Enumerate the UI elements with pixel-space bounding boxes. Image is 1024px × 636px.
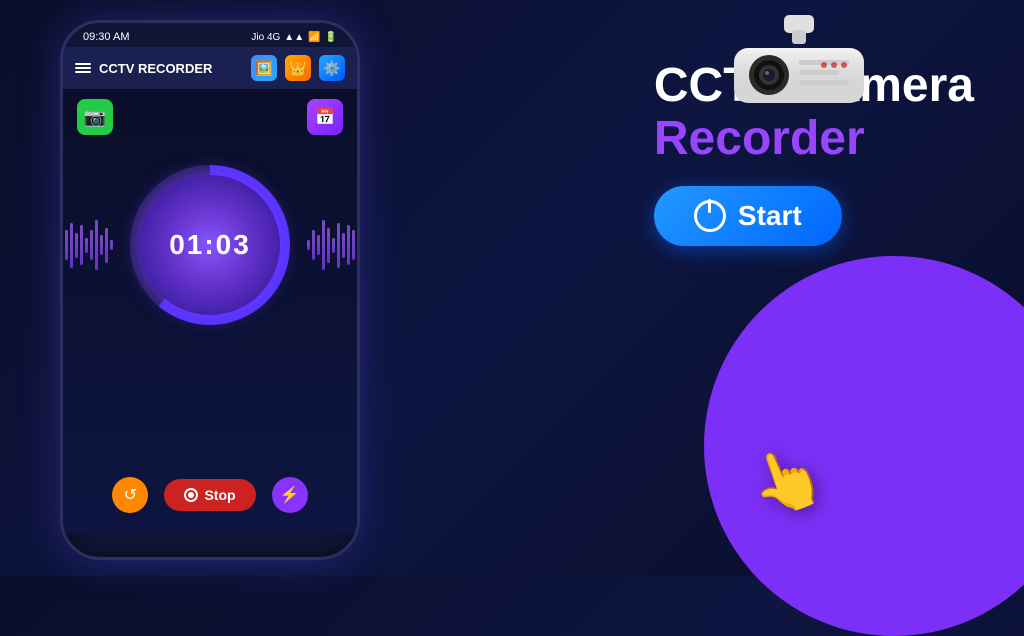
stop-label: Stop xyxy=(204,487,235,503)
status-right: Jio 4G ▲▲ 📶 🔋 xyxy=(251,32,337,43)
camera-3d-image xyxy=(714,10,884,135)
camera-svg xyxy=(714,10,884,130)
start-label: Start xyxy=(738,200,802,232)
stop-dot xyxy=(188,492,194,498)
header-icons: 🖼️ 👑 ⚙️ xyxy=(251,55,345,81)
timer-display: 01:03 xyxy=(169,229,251,261)
camera-button[interactable]: 📷 xyxy=(77,99,113,135)
stop-icon xyxy=(184,488,198,502)
status-bar: 09:30 AM Jio 4G ▲▲ 📶 🔋 xyxy=(63,23,357,47)
gallery-icon[interactable]: 🖼️ xyxy=(251,55,277,81)
lightning-button[interactable]: ⚡ xyxy=(272,477,308,513)
timer-outer-ring: 01:03 xyxy=(130,165,290,325)
carrier-text: Jio 4G xyxy=(251,32,280,43)
phone-content: 📷 📅 xyxy=(63,89,357,533)
wifi-icon: 📶 xyxy=(308,32,320,43)
start-button[interactable]: Start xyxy=(654,186,842,246)
timer-area: 01:03 xyxy=(130,165,290,325)
app-title-header: CCTV RECORDER xyxy=(99,61,212,76)
background-blob xyxy=(704,256,1024,636)
bottom-controls: ↺ Stop ⚡ xyxy=(63,477,357,513)
status-time: 09:30 AM xyxy=(83,31,129,43)
signal-icon: ▲▲ xyxy=(284,32,304,43)
hamburger-icon[interactable] xyxy=(75,63,91,73)
sound-wave-left xyxy=(60,215,113,275)
sound-wave-right xyxy=(307,215,360,275)
settings-icon[interactable]: ⚙️ xyxy=(319,55,345,81)
phone-screen: 09:30 AM Jio 4G ▲▲ 📶 🔋 CCTV RECORDER 🖼️ … xyxy=(60,20,360,560)
top-buttons-row: 📷 📅 xyxy=(63,89,357,145)
crown-icon[interactable]: 👑 xyxy=(285,55,311,81)
battery-icon: 🔋 xyxy=(325,32,337,43)
app-header: CCTV RECORDER 🖼️ 👑 ⚙️ xyxy=(63,47,357,89)
timer-inner: 01:03 xyxy=(140,175,280,315)
app-header-left: CCTV RECORDER xyxy=(75,61,212,76)
stop-button[interactable]: Stop xyxy=(164,479,255,511)
rotate-button[interactable]: ↺ xyxy=(112,477,148,513)
schedule-button[interactable]: 📅 xyxy=(307,99,343,135)
phone-mockup: 09:30 AM Jio 4G ▲▲ 📶 🔋 CCTV RECORDER 🖼️ … xyxy=(60,20,360,560)
power-icon xyxy=(694,200,726,232)
